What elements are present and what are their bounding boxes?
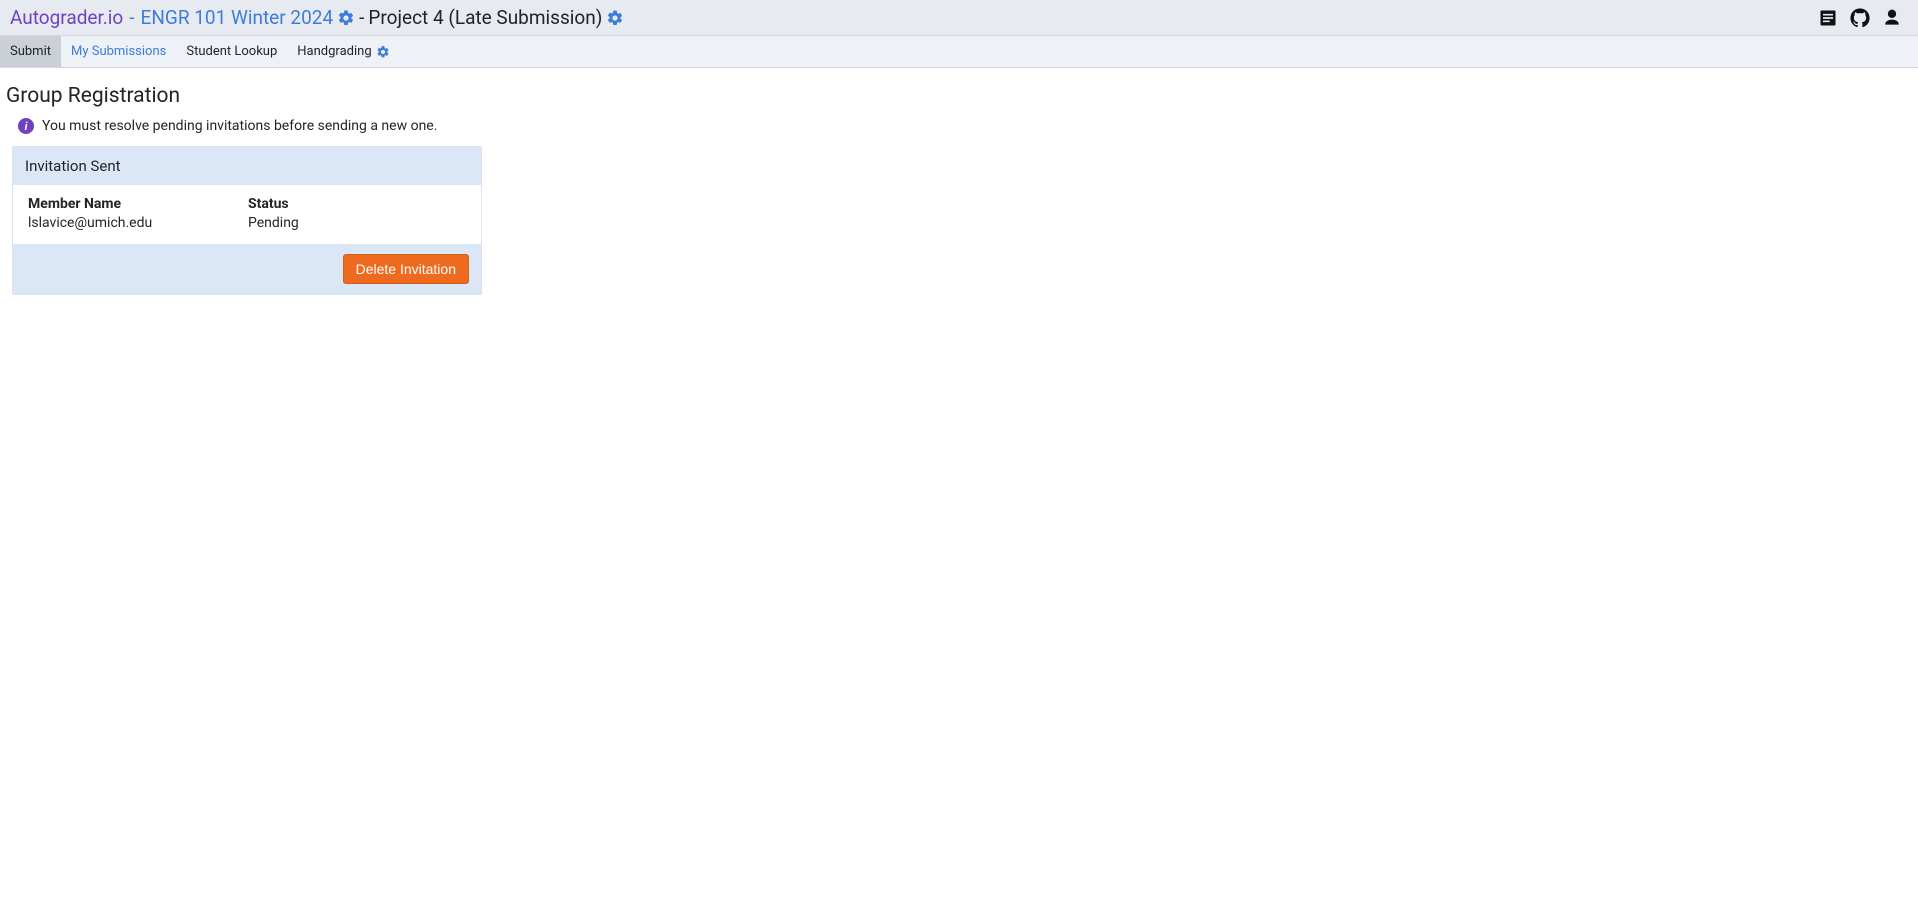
info-banner: i You must resolve pending invitations b… — [6, 118, 1912, 134]
breadcrumb-separator: - — [129, 6, 134, 29]
top-header: Autograder.io - ENGR 101 Winter 2024 - P… — [0, 0, 1918, 36]
user-menu-icon[interactable] — [1882, 8, 1902, 28]
tab-handgrading[interactable]: Handgrading — [287, 36, 399, 67]
site-home-link[interactable]: Autograder.io — [10, 6, 123, 29]
table-row: lslavice@umich.edu Pending — [27, 214, 467, 232]
project-settings-gear-icon[interactable] — [606, 9, 624, 27]
breadcrumb: Autograder.io - ENGR 101 Winter 2024 - P… — [10, 6, 624, 29]
page-title: Group Registration — [6, 84, 1912, 108]
header-icons — [1818, 8, 1908, 28]
main-content: Group Registration i You must resolve pe… — [0, 68, 1918, 305]
delete-invitation-button[interactable]: Delete Invitation — [343, 254, 469, 284]
course-settings-gear-icon[interactable] — [337, 9, 355, 27]
info-message: You must resolve pending invitations bef… — [42, 118, 437, 134]
github-icon[interactable] — [1850, 8, 1870, 28]
docs-icon[interactable] — [1818, 8, 1838, 28]
tab-bar: Submit My Submissions Student Lookup Han… — [0, 36, 1918, 68]
tab-student-lookup[interactable]: Student Lookup — [176, 36, 287, 67]
invitation-table: Member Name Status lslavice@umich.edu Pe… — [13, 185, 481, 244]
member-name-cell: lslavice@umich.edu — [27, 214, 247, 232]
tab-my-submissions[interactable]: My Submissions — [61, 36, 176, 67]
invitation-card-title: Invitation Sent — [13, 147, 481, 185]
handgrading-settings-gear-icon[interactable] — [376, 45, 390, 59]
breadcrumb-separator-2: - — [359, 6, 364, 29]
column-header-status: Status — [247, 195, 467, 214]
member-status-cell: Pending — [247, 214, 467, 232]
project-name: Project 4 (Late Submission) — [368, 6, 602, 29]
info-icon: i — [18, 118, 34, 134]
column-header-name: Member Name — [27, 195, 247, 214]
tab-handgrading-label: Handgrading — [297, 44, 371, 59]
course-link[interactable]: ENGR 101 Winter 2024 — [141, 6, 334, 29]
invitation-card: Invitation Sent Member Name Status lslav… — [12, 146, 482, 295]
invitation-card-footer: Delete Invitation — [13, 244, 481, 294]
tab-submit[interactable]: Submit — [0, 36, 61, 67]
